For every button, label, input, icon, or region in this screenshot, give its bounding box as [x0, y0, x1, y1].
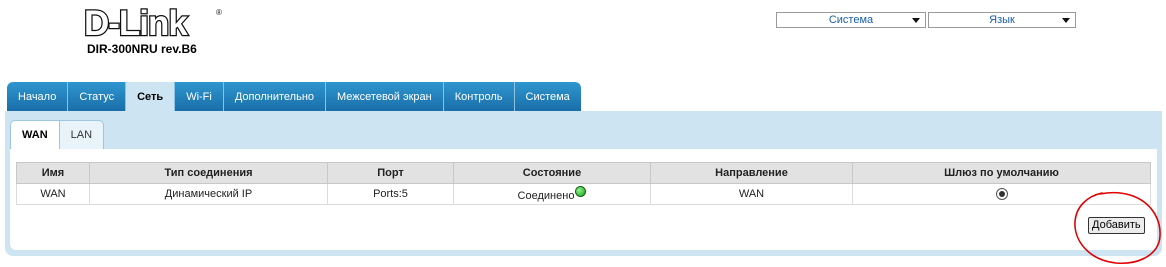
col-header-state: Состояние — [453, 162, 651, 184]
dlink-logo: D-Link ® — [83, 4, 222, 43]
state-text: Соединено — [517, 190, 575, 202]
system-select-label: Система — [828, 14, 874, 26]
tab-wifi[interactable]: Wi-Fi — [175, 82, 224, 111]
table-header-row: Имя Тип соединения Порт Состояние Направ… — [16, 162, 1151, 184]
tab-advanced[interactable]: Дополнительно — [223, 82, 327, 111]
tab-network[interactable]: Сеть — [126, 82, 176, 111]
tab-firewall[interactable]: Межсетевой экран — [326, 82, 444, 111]
main-nav: Начало Статус Сеть Wi-Fi Дополнительно М… — [7, 82, 581, 111]
chevron-down-icon — [912, 18, 920, 23]
cell-direction[interactable]: WAN — [650, 183, 853, 205]
tab-system[interactable]: Система — [514, 82, 581, 111]
sub-nav: WAN LAN — [10, 120, 105, 150]
chevron-down-icon — [1062, 18, 1070, 23]
col-header-gateway: Шлюз по умолчанию — [852, 162, 1151, 184]
col-header-type: Тип соединения — [89, 162, 328, 184]
top-selects: Система Язык — [776, 12, 1076, 28]
subtab-wan[interactable]: WAN — [10, 120, 60, 150]
language-select[interactable]: Язык — [928, 12, 1076, 28]
tab-control[interactable]: Контроль — [443, 82, 515, 111]
subtab-lan[interactable]: LAN — [59, 120, 105, 149]
default-gateway-radio[interactable] — [995, 188, 1008, 201]
cell-type[interactable]: Динамический IP — [89, 183, 328, 205]
red-circle-annotation — [1074, 191, 1161, 264]
tab-status[interactable]: Статус — [68, 82, 127, 111]
device-model: DIR-300NRU rev.B6 — [87, 42, 197, 56]
tab-start[interactable]: Начало — [7, 82, 69, 111]
status-connected-icon — [575, 186, 587, 197]
col-header-port: Порт — [327, 162, 454, 184]
registered-mark: ® — [216, 8, 222, 17]
cell-name[interactable]: WAN — [16, 183, 90, 205]
wan-connections-table: Имя Тип соединения Порт Состояние Направ… — [16, 162, 1151, 205]
content-panel: WAN LAN Имя Тип соединения Порт Состояни… — [5, 111, 1162, 256]
system-select[interactable]: Система — [776, 12, 926, 28]
wan-panel: Имя Тип соединения Порт Состояние Направ… — [10, 149, 1157, 250]
language-select-label: Язык — [989, 14, 1015, 26]
table-row[interactable]: WAN Динамический IP Ports:5 Соединено WA… — [16, 183, 1151, 205]
logo-text: D-Link — [83, 4, 189, 43]
cell-port[interactable]: Ports:5 — [327, 183, 454, 205]
col-header-direction: Направление — [650, 162, 853, 184]
cell-state: Соединено — [453, 183, 651, 205]
col-header-name: Имя — [16, 162, 90, 184]
